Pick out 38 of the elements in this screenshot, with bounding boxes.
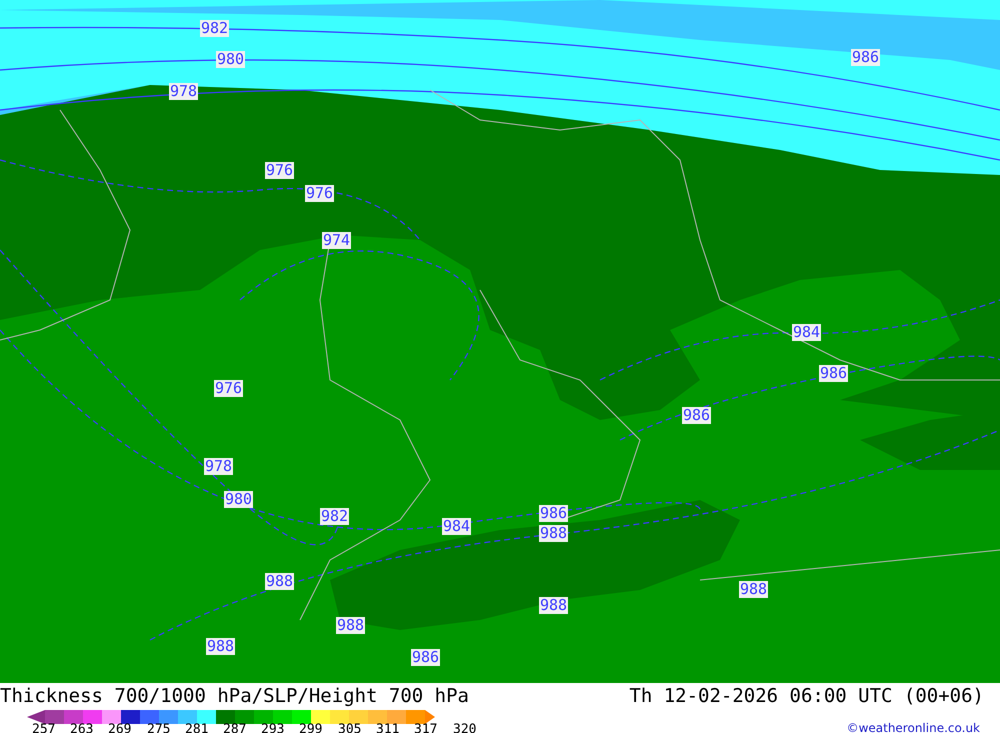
isobar-label: 986 [411,649,440,666]
scale-tick-label: 299 [299,723,322,733]
isobar-label: 980 [216,51,246,68]
scale-tick-label: 293 [261,723,284,733]
isobar-label: 976 [214,380,244,397]
credit-link[interactable]: ©weatheronline.co.uk [846,721,980,733]
isobar-label: 986 [851,49,880,66]
scale-tick-label: 311 [376,723,400,733]
isobar-label: 982 [200,20,230,37]
scale-tick-label: 275 [147,723,170,733]
isobar-label: 986 [682,407,712,424]
isobar-label: 984 [792,324,822,341]
scale-tick-label: 269 [108,723,132,733]
isobar-label: 978 [169,83,198,100]
isobar-label: 982 [320,508,350,525]
chart-title: Thickness 700/1000 hPa/SLP/Height 700 hPa [0,685,469,707]
isobar-label: 988 [206,638,236,655]
scale-tick-label: 287 [223,723,246,733]
isobar-label: 988 [336,617,366,634]
forecast-datetime: Th 12-02-2026 06:00 UTC (00+06) [629,685,985,707]
scale-tick-label: 281 [185,723,208,733]
scale-tick-label: 305 [338,723,362,733]
isobar-label: 986 [819,365,848,382]
scale-tick-label: 257 [32,723,56,733]
isobar-label: 988 [539,597,568,614]
isobar-label: 986 [539,505,568,522]
scale-tick-label: 320 [453,723,476,733]
isobar-label: 978 [204,458,234,475]
scale-tick-label: 317 [414,723,438,733]
isobar-label: 984 [442,518,472,535]
isobar-label: 976 [265,162,294,179]
isobar-label: 988 [539,525,568,542]
scale-tick-label: 263 [70,723,94,733]
isobar-label: 980 [224,491,254,508]
isobar-label: 988 [265,573,294,590]
isobar-label: 974 [322,232,352,249]
isobar-label: 976 [305,185,334,202]
isobar-label: 988 [739,581,768,598]
